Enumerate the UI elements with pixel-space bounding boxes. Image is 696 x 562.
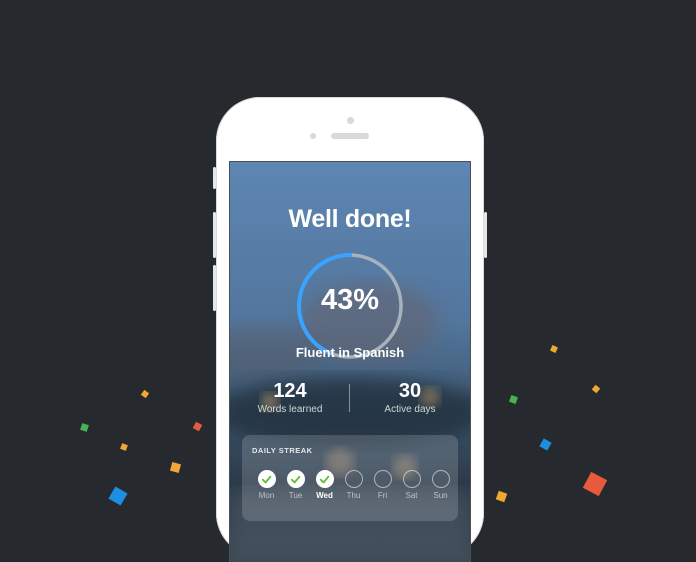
streak-day-circle (344, 470, 363, 488)
streak-day-fri: Fri (368, 470, 397, 500)
confetti-piece (495, 490, 508, 503)
confetti-piece (509, 395, 518, 404)
checkmark-icon (319, 475, 330, 483)
streak-day-label: Mon (258, 491, 275, 500)
proximity-sensor (310, 133, 316, 139)
streak-days: Mon Tue Wed Thu Fri Sat Sun (252, 470, 455, 500)
streak-day-circle (402, 470, 421, 488)
confetti-piece (108, 486, 128, 506)
streak-day-label: Sun (433, 491, 448, 500)
streak-day-label: Wed (316, 491, 333, 500)
streak-day-thu: Thu (339, 470, 368, 500)
streak-day-tue: Tue (281, 470, 310, 500)
streak-day-label: Tue (288, 491, 303, 500)
confetti-piece (582, 471, 608, 497)
confetti-piece (80, 423, 89, 432)
stat-active-days: 30 Active days (350, 380, 470, 415)
streak-day-circle (315, 470, 334, 488)
streak-day-circle (373, 470, 392, 488)
checkmark-icon (261, 475, 272, 483)
phone-volume-down-button (213, 265, 216, 311)
confetti-piece (192, 421, 203, 432)
streak-day-label: Thu (346, 491, 361, 500)
streak-day-circle (286, 470, 305, 488)
well-done-heading: Well done! (288, 205, 412, 233)
progress-percent: 43% (320, 284, 380, 316)
confetti-piece (539, 438, 552, 451)
earpiece-speaker (331, 133, 369, 139)
daily-streak-card: DAILY STREAK Mon Tue Wed Thu Fri Sat Sun (242, 435, 458, 521)
confetti-piece (169, 461, 182, 474)
phone-volume-up-button (213, 212, 216, 258)
confetti-piece (591, 384, 601, 394)
stat-label: Active days (384, 404, 436, 415)
streak-day-sun: Sun (426, 470, 455, 500)
stat-label: Words learned (257, 404, 323, 415)
phone-screen: Well done! 43% Fluent in Spanish 124 Wor… (230, 162, 470, 562)
stat-words-learned: 124 Words learned (230, 380, 350, 415)
fluency-label: Fluent in Spanish (295, 345, 405, 360)
stat-value: 30 (398, 380, 422, 402)
confetti-piece (120, 443, 128, 451)
phone-frame: Well done! 43% Fluent in Spanish 124 Wor… (213, 97, 487, 562)
stat-value: 124 (273, 380, 307, 402)
phone-power-button (484, 212, 487, 258)
checkmark-icon (290, 475, 301, 483)
confetti-piece (140, 389, 150, 399)
daily-streak-title: DAILY STREAK (252, 446, 313, 455)
front-camera (347, 117, 354, 124)
phone-mute-switch (213, 167, 216, 189)
streak-day-label: Sat (405, 491, 418, 500)
streak-day-circle (431, 470, 450, 488)
confetti-piece (550, 345, 558, 353)
streak-day-circle (257, 470, 276, 488)
streak-day-sat: Sat (397, 470, 426, 500)
streak-day-label: Fri (377, 491, 388, 500)
streak-day-mon: Mon (252, 470, 281, 500)
streak-day-wed: Wed (310, 470, 339, 500)
